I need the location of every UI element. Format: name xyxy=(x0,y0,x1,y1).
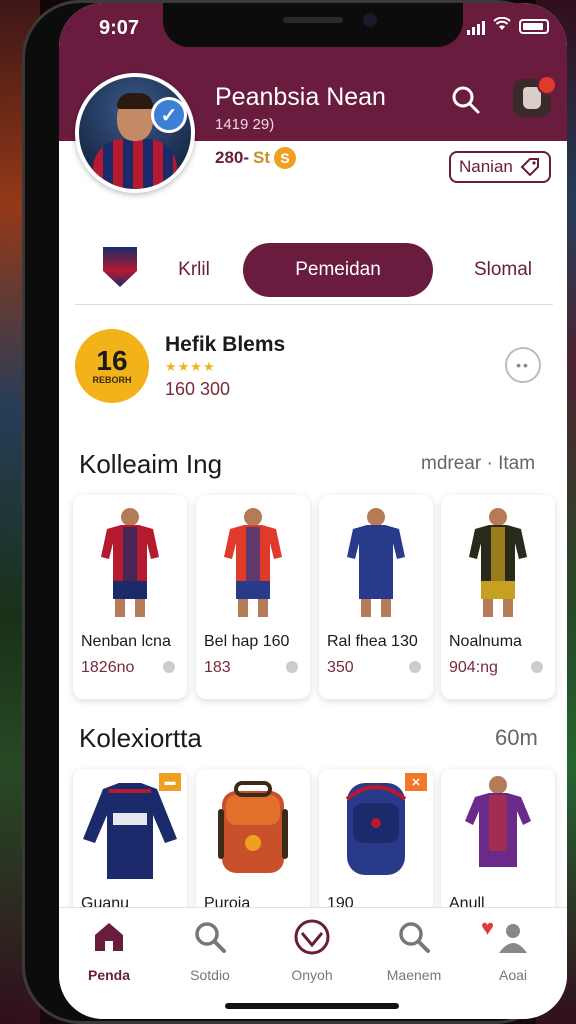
product-price: 183 xyxy=(204,659,231,676)
info-icon xyxy=(409,661,421,673)
notch xyxy=(163,3,463,47)
tab-slomal[interactable]: Slomal xyxy=(453,243,553,297)
jersey-icon xyxy=(347,508,405,617)
info-icon xyxy=(286,661,298,673)
wifi-icon xyxy=(493,16,511,36)
more-options-button[interactable]: •• xyxy=(505,347,541,383)
level-badge: 16 REBORH xyxy=(75,329,149,403)
rating-stars: ★★★★ xyxy=(165,359,216,374)
promo-tag-icon: ✕ xyxy=(405,773,427,791)
nav-label: Aoai xyxy=(498,967,528,983)
notification-badge xyxy=(537,75,557,95)
profile-subtitle: 1419 29) xyxy=(215,116,275,133)
app-screen: 9:07 ✓ Peanbsia Nean 1419 29) 280- St S … xyxy=(59,3,567,1019)
nav-label: Penda xyxy=(87,967,130,983)
club-crest-icon xyxy=(103,247,137,287)
section-link-accessories[interactable]: 60m xyxy=(495,725,538,751)
section-title-collection: Kolleaim Ing xyxy=(79,449,223,479)
featured-item[interactable]: 16 REBORH Hefik Blems ★★★★ 160 300 •• xyxy=(75,321,553,417)
verified-badge-icon: ✓ xyxy=(151,97,187,133)
level-caption: REBORH xyxy=(92,375,132,385)
home-indicator xyxy=(225,1003,399,1009)
points-value: St xyxy=(253,148,271,167)
section-link-collection[interactable]: mdrear · Itam xyxy=(421,453,535,475)
info-icon xyxy=(163,661,175,673)
ball-icon xyxy=(292,915,332,959)
status-icons xyxy=(467,16,549,36)
tab-bar: Krlil Pemeidan Slomal xyxy=(75,239,553,305)
product-price: 1826no xyxy=(81,659,135,676)
tab-pemeidan[interactable]: Pemeidan xyxy=(243,243,433,297)
promo-tag-icon: ▬ xyxy=(159,773,181,791)
coin-icon: S xyxy=(274,147,297,169)
featured-value: 160 300 xyxy=(165,379,231,399)
nav-item-sotdio[interactable]: Sotdio xyxy=(160,915,260,995)
search-button[interactable] xyxy=(449,83,483,117)
jersey-icon xyxy=(224,508,282,617)
nav-item-aoai[interactable]: Aoai xyxy=(463,915,563,995)
product-price: 350 xyxy=(327,659,354,676)
points-label: 280- xyxy=(215,148,250,167)
status-time: 9:07 xyxy=(99,17,140,39)
accessory-card[interactable]: Anull xyxy=(441,769,555,929)
product-card[interactable]: Ral fhea 130 350 xyxy=(319,495,433,699)
tag-icon xyxy=(520,158,539,177)
nav-item-penda[interactable]: Penda xyxy=(59,915,159,995)
accessory-card[interactable]: ✕ 190 xyxy=(319,769,433,929)
info-icon xyxy=(531,661,543,673)
backpack-icon xyxy=(196,769,310,894)
points-display: 280- St S xyxy=(215,147,297,169)
product-name: Nenban lcna xyxy=(81,633,171,650)
search-icon xyxy=(190,915,230,959)
heart-icon: ♥ xyxy=(481,915,495,940)
phone-frame: 9:07 ✓ Peanbsia Nean 1419 29) 280- St S … xyxy=(22,0,567,1024)
profile-name: Peanbsia Nean xyxy=(215,83,386,111)
player-jersey-icon xyxy=(441,769,555,894)
product-name: Noalnuma xyxy=(449,633,522,650)
product-name: Ral fhea 130 xyxy=(327,633,418,650)
nav-item-maenem[interactable]: Maenem xyxy=(364,915,464,995)
accessory-card[interactable]: Puroia xyxy=(196,769,310,929)
featured-title: Hefik Blems xyxy=(165,333,286,356)
signal-icon xyxy=(467,19,485,35)
user-icon xyxy=(493,915,533,959)
section-title-accessories: Kolexiortta xyxy=(79,723,202,753)
product-price: 904:ng xyxy=(449,659,498,676)
nav-label: Maenem xyxy=(386,967,442,983)
search-icon xyxy=(394,915,434,959)
product-card[interactable]: Nenban lcna 1826no xyxy=(73,495,187,699)
level-number: 16 xyxy=(96,345,128,376)
home-icon xyxy=(89,915,129,959)
nav-label: Onyoh xyxy=(291,967,333,983)
product-name: Bel hap 160 xyxy=(204,633,290,650)
battery-icon xyxy=(519,19,549,34)
accessory-card[interactable]: ▬ Guanu xyxy=(73,769,187,929)
search-icon xyxy=(452,86,480,114)
product-card[interactable]: Noalnuma 904:ng xyxy=(441,495,555,699)
tab-krlil[interactable]: Krlil xyxy=(149,243,239,297)
nav-item-onyoh[interactable]: Onyoh xyxy=(262,915,362,995)
jersey-icon xyxy=(101,508,159,617)
product-card[interactable]: Bel hap 160 183 xyxy=(196,495,310,699)
nav-label: Sotdio xyxy=(190,967,230,983)
name-button[interactable]: Nanian xyxy=(449,151,551,183)
avatar[interactable] xyxy=(75,73,195,193)
name-button-label: Nanian xyxy=(459,157,513,176)
jersey-icon xyxy=(469,508,527,617)
